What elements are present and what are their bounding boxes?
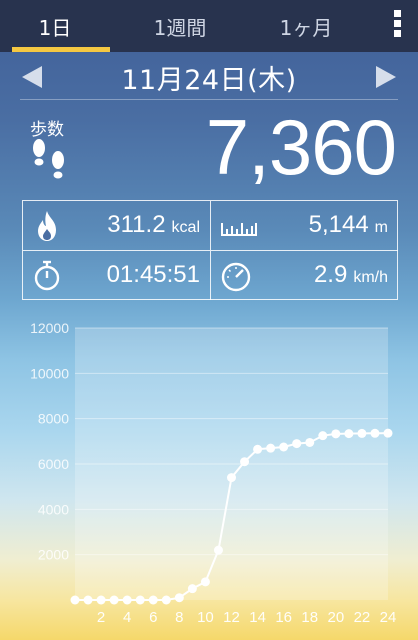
chart-x-tick-label: 18	[301, 609, 318, 626]
duration-value: 01:45:51	[106, 261, 200, 288]
chart-data-point	[292, 439, 302, 449]
chart-x-tick-label: 6	[149, 609, 157, 626]
footprints-icon	[33, 139, 64, 179]
left-arrow-icon[interactable]	[22, 66, 42, 88]
steps-label: 歩数	[30, 120, 64, 140]
tab-week[interactable]: 1週間	[110, 0, 250, 52]
tab-month[interactable]: 1ヶ月	[250, 0, 362, 52]
tab-month-label: 1ヶ月	[279, 15, 333, 40]
distance-cell: 5,144 m	[211, 201, 398, 251]
period-tab-bar: 1日 1週間 1ヶ月	[0, 0, 418, 52]
calories-cell: 311.2 kcal	[23, 201, 211, 251]
chart-y-tick-label: 2000	[38, 547, 69, 563]
right-arrow-icon[interactable]	[376, 66, 396, 88]
tab-day[interactable]: 1日	[0, 0, 110, 52]
vertical-dots-menu-icon[interactable]	[392, 10, 402, 37]
chart-data-point	[227, 473, 236, 483]
chart-data-point	[357, 428, 367, 438]
distance-number: 5,144	[308, 211, 369, 238]
chart-data-point	[370, 428, 380, 438]
chart-data-point	[70, 595, 80, 605]
chart-x-tick-label: 14	[249, 609, 266, 626]
chart-data-point	[148, 595, 158, 605]
chart-data-point	[96, 595, 106, 605]
chart-x-tick-label: 22	[354, 609, 371, 626]
chart-data-point	[200, 577, 210, 587]
chart-x-tick-label: 2	[97, 609, 105, 626]
chart-data-point	[161, 595, 171, 605]
chart-x-tick-label: 4	[123, 609, 131, 626]
chart-x-tick-label: 20	[327, 609, 344, 626]
chart-data-point	[213, 545, 223, 555]
distance-value: 5,144 m	[309, 211, 388, 239]
date-navigator: 11月24日(木)	[0, 52, 418, 102]
chart-x-tick-label: 24	[380, 609, 397, 626]
chart-data-point	[266, 443, 276, 453]
chart-data-point	[331, 429, 341, 439]
steps-chart: 12000 10000 8000 6000 4000 2000 2 4 6 8 10 12 14 16 18…	[0, 318, 418, 640]
divider	[20, 99, 398, 100]
chart-data-point	[240, 457, 250, 467]
chart-data-point	[279, 442, 289, 452]
steps-value: 7,360	[205, 103, 397, 191]
chart-data-point	[253, 444, 263, 454]
chart-x-tick-label: 12	[223, 609, 240, 626]
chart-data-point	[135, 595, 145, 605]
chart-data-point	[187, 584, 197, 594]
chart-data-point	[305, 437, 315, 447]
speed-number: 2.9	[313, 261, 348, 288]
chart-y-tick-label: 10000	[30, 365, 69, 381]
chart-y-tick-label: 12000	[30, 320, 69, 336]
chart-y-tick-label: 6000	[38, 456, 69, 472]
chart-data-point	[174, 593, 184, 603]
flame-icon	[38, 211, 56, 241]
chart-data-point	[318, 431, 328, 441]
calories-unit: kcal	[171, 219, 200, 236]
chart-x-tick-label: 16	[275, 609, 292, 626]
chart-data-point	[383, 428, 393, 438]
chart-data-point	[122, 595, 132, 605]
tab-day-label: 1日	[38, 15, 72, 40]
duration-cell: 01:45:51	[23, 251, 211, 300]
tab-week-label: 1週間	[153, 15, 207, 40]
stopwatch-icon	[34, 260, 60, 291]
chart-x-tick-label: 8	[175, 609, 183, 626]
chart-data-point	[83, 595, 93, 605]
speed-unit: km/h	[353, 269, 388, 286]
steps-line-chart: 120001000080006000400020002 4 6 8 10 12 14 16 18…	[30, 320, 397, 626]
chart-y-tick-label: 8000	[38, 411, 69, 427]
speed-cell: 2.9 km/h	[211, 251, 398, 300]
calories-number: 311.2	[107, 211, 166, 238]
chart-data-point	[344, 429, 354, 439]
speedometer-icon	[221, 262, 251, 292]
date-label: 11月24日(木)	[121, 65, 297, 96]
distance-unit: m	[374, 219, 388, 236]
chart-x-tick-label: 10	[197, 609, 214, 626]
stats-grid: 311.2 kcal 5,144 m 01:45:51 2.9 km/h	[22, 200, 398, 300]
chart-data-point	[109, 595, 119, 605]
calories-value: 311.2 kcal	[107, 211, 200, 239]
chart-y-tick-label: 4000	[38, 501, 69, 517]
speed-value: 2.9 km/h	[314, 261, 388, 289]
ruler-icon	[221, 223, 257, 236]
